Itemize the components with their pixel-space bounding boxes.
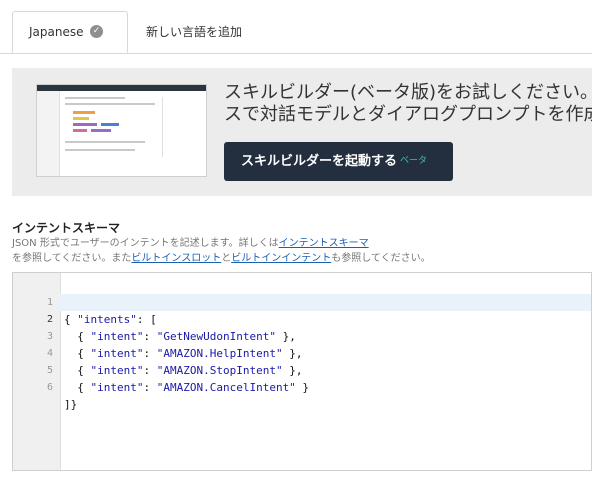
tab-japanese-label: Japanese bbox=[29, 25, 84, 39]
tab-japanese[interactable]: Japanese ✓ bbox=[12, 11, 128, 53]
desc-text-1: JSON 形式でユーザーのインテントを記述します。詳しくは bbox=[12, 238, 279, 249]
code-line: 4 { "intent": "AMAZON.StopIntent" }, bbox=[47, 328, 591, 377]
desc-text-3: と bbox=[221, 253, 232, 264]
code-line: 6 ]} bbox=[47, 362, 591, 411]
code-line: 3 { "intent": "AMAZON.HelpIntent" }, bbox=[47, 311, 591, 360]
code-line-active: 2 { "intent": "GetNewUdonIntent" }, bbox=[47, 294, 591, 343]
builtin-slot-link[interactable]: ビルトインスロット bbox=[131, 253, 221, 264]
skill-builder-banner: スキルビルダー(ベータ版)をお試しください。 スで対話モデルとダイアログプロンプ… bbox=[12, 68, 592, 196]
tab-add-language[interactable]: 新しい言語を追加 bbox=[146, 23, 242, 40]
banner-text: スキルビルダー(ベータ版)をお試しください。 スで対話モデルとダイアログプロンプ… bbox=[224, 82, 592, 126]
code-text: { "intent": "AMAZON.CancelIntent" } bbox=[64, 381, 310, 394]
launch-skill-builder-button[interactable]: スキルビルダーを起動する ベータ bbox=[224, 142, 453, 181]
intent-schema-title: インテントスキーマ bbox=[12, 221, 121, 235]
desc-text-2: を参照してください。また bbox=[12, 253, 132, 264]
code-line: 1 { "intents": [ bbox=[47, 277, 591, 326]
line-number: 6 bbox=[46, 382, 53, 393]
beta-badge: ベータ bbox=[400, 156, 428, 166]
line-number: 1 bbox=[46, 297, 53, 308]
line-number: 5 bbox=[46, 365, 53, 376]
language-tabs: Japanese ✓ 新しい言語を追加 bbox=[0, 0, 592, 54]
launch-button-label: スキルビルダーを起動する bbox=[241, 154, 398, 169]
line-number: 2 bbox=[46, 314, 53, 325]
intent-schema-link[interactable]: インテントスキーマ bbox=[279, 238, 369, 249]
banner-line-2: スで対話モデルとダイアログプロンプトを作成 bbox=[224, 104, 592, 125]
intent-schema-description: JSON 形式でユーザーのインテントを記述します。詳しくはインテントスキーマ を… bbox=[12, 236, 572, 266]
check-icon: ✓ bbox=[90, 25, 103, 38]
line-number: 3 bbox=[46, 331, 53, 342]
intent-schema-editor[interactable]: 1 { "intents": [ 2 { "intent": "GetNewUd… bbox=[12, 272, 592, 471]
skill-builder-preview-image bbox=[36, 84, 207, 177]
line-number: 4 bbox=[46, 348, 53, 359]
banner-line-1: スキルビルダー(ベータ版)をお試しください。 bbox=[224, 82, 592, 103]
code-area[interactable]: 1 { "intents": [ 2 { "intent": "GetNewUd… bbox=[47, 277, 591, 411]
builtin-intent-link[interactable]: ビルトインインテント bbox=[231, 253, 331, 264]
code-text: ]} bbox=[64, 398, 78, 411]
code-line: 5 { "intent": "AMAZON.CancelIntent" } bbox=[47, 345, 591, 394]
desc-text-4: も参照してください。 bbox=[331, 253, 431, 264]
